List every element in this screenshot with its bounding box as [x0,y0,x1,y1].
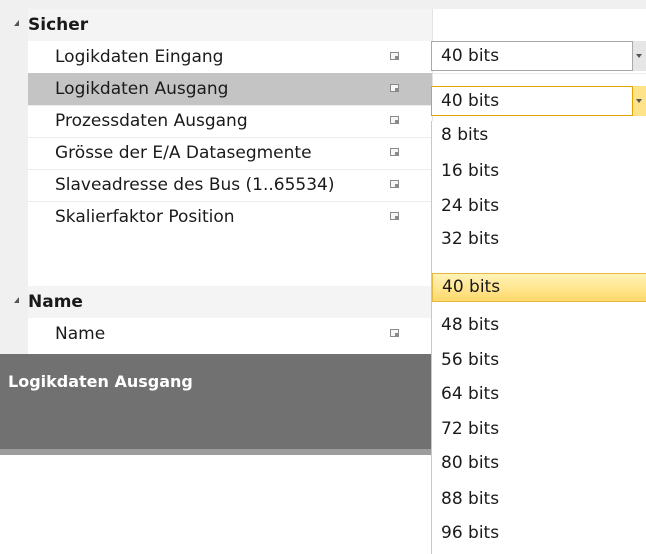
category-label: Sicher [28,15,89,35]
value-combo-logikdaten-eingang[interactable]: 40 bits [431,41,646,71]
dropdown-option[interactable]: 88 bits [432,485,646,514]
dropdown-list[interactable]: 8 bits 16 bits 24 bits 32 bits 40 bits 4… [431,121,646,554]
dropdown-option[interactable]: 56 bits [432,346,646,375]
category-background [28,286,432,318]
category-sicher[interactable]: Sicher [8,9,646,41]
property-name: Logikdaten Ausgang [55,79,229,99]
description-title: Logikdaten Ausgang [8,372,193,391]
property-name: Name [55,324,106,344]
property-name: Prozessdaten Ausgang [55,111,248,131]
category-label: Name [28,292,83,312]
property-name: Skalierfaktor Position [55,207,235,227]
dropdown-option[interactable]: 80 bits [432,449,646,478]
property-name: Logikdaten Eingang [55,47,224,67]
property-page-icon [390,52,399,60]
dropdown-option[interactable]: 48 bits [432,311,646,340]
property-page-icon [390,148,399,156]
dropdown-option[interactable]: 8 bits [432,121,646,150]
property-page-icon [390,180,399,188]
property-page-icon [390,212,399,220]
property-name: Slaveadresse des Bus (1..65534) [55,175,335,195]
property-name: Grösse der E/A Datasegmente [55,143,312,163]
collapse-triangle-icon[interactable] [14,20,19,26]
property-page-icon [390,116,399,124]
property-page-icon [390,329,399,337]
property-page-icon [390,84,399,92]
collapse-triangle-icon[interactable] [14,297,19,303]
combo-value: 40 bits [441,91,500,111]
dropdown-option[interactable]: 96 bits [432,519,646,548]
dropdown-option[interactable]: 32 bits [432,225,646,254]
dropdown-arrow-icon[interactable] [632,41,646,71]
dropdown-option[interactable]: 72 bits [432,415,646,444]
dropdown-option[interactable]: 16 bits [432,157,646,186]
category-background [28,9,432,41]
value-combo-logikdaten-ausgang[interactable]: 40 bits [431,86,646,116]
combo-value: 40 bits [441,46,500,66]
dropdown-option[interactable]: 64 bits [432,380,646,409]
dropdown-option[interactable]: 24 bits [432,192,646,221]
dropdown-arrow-icon[interactable] [632,86,646,116]
dropdown-option-selected[interactable]: 40 bits [432,273,646,302]
